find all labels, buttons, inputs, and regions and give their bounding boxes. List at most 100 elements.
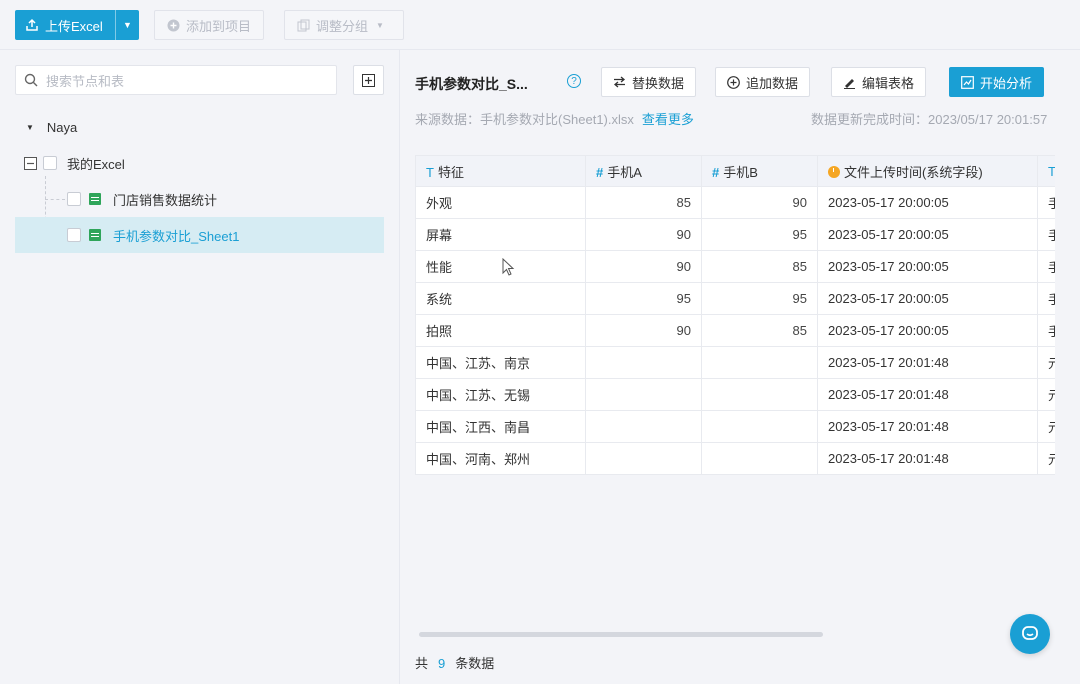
table-cell[interactable]: 性能 <box>415 250 586 283</box>
table-cell[interactable]: 90 <box>585 314 702 347</box>
table-cell[interactable]: 中国、河南、郑州 <box>415 442 586 475</box>
add-node-button[interactable] <box>353 65 384 95</box>
table-cell[interactable]: 屏幕 <box>415 218 586 251</box>
table-cell[interactable]: 手 <box>1037 250 1055 283</box>
table-row[interactable]: 系统 95 95 2023-05-17 20:00:05 手 <box>415 282 1055 315</box>
table-cell[interactable] <box>585 442 702 475</box>
view-more-link[interactable]: 查看更多 <box>642 112 694 127</box>
table-cell[interactable]: 手 <box>1037 282 1055 315</box>
row-count: 共 9 条数据 <box>415 653 494 672</box>
column-header[interactable]: T 特征 <box>415 155 586 187</box>
table-row[interactable]: 中国、江苏、南京 2023-05-17 20:01:48 元 <box>415 346 1055 379</box>
replace-data-button[interactable]: 替换数据 <box>601 67 697 97</box>
table-cell[interactable]: 2023-05-17 20:00:05 <box>817 218 1038 251</box>
table-cell[interactable] <box>701 442 818 475</box>
search-placeholder: 搜索节点和表 <box>46 73 125 89</box>
table-cell[interactable] <box>701 346 818 379</box>
table-cell[interactable] <box>585 410 702 443</box>
column-label: 文件上传时间(系统字段) <box>844 164 983 180</box>
column-header[interactable]: T <box>1037 155 1055 187</box>
edit-table-button[interactable]: 编辑表格 <box>831 67 927 97</box>
table-cell[interactable]: 2023-05-17 20:00:05 <box>817 250 1038 283</box>
table-cell[interactable]: 拍照 <box>415 314 586 347</box>
start-analysis-button[interactable]: 开始分析 <box>949 67 1045 97</box>
table-cell[interactable]: 系统 <box>415 282 586 315</box>
column-label: 手机B <box>723 164 758 180</box>
table-cell[interactable]: 元 <box>1037 378 1055 411</box>
table-cell[interactable]: 90 <box>585 218 702 251</box>
upload-excel-main[interactable]: 上传Excel <box>15 10 115 40</box>
tree-item[interactable]: 门店销售数据统计 <box>15 181 384 217</box>
group-checkbox[interactable] <box>43 156 57 170</box>
table-row[interactable]: 外观 85 90 2023-05-17 20:00:05 手 <box>415 186 1055 219</box>
upload-excel-button[interactable]: 上传Excel ▼ <box>15 10 139 40</box>
table-cell[interactable]: 95 <box>701 282 818 315</box>
table-cell[interactable] <box>585 346 702 379</box>
column-header[interactable]: # 手机B <box>701 155 818 187</box>
column-header[interactable]: # 手机A <box>585 155 702 187</box>
adjust-group-button[interactable]: 调整分组 ▼ <box>284 10 404 40</box>
tree-item-selected[interactable]: 手机参数对比_Sheet1 <box>15 217 384 253</box>
upload-excel-label: 上传Excel <box>45 18 103 34</box>
main-panel: 手机参数对比_S... ? 替换数据 追加数据 编辑表格 开始分析 来源数据：手… <box>401 50 1080 684</box>
table-cell[interactable] <box>701 410 818 443</box>
table-cell[interactable]: 2023-05-17 20:01:48 <box>817 378 1038 411</box>
table-cell[interactable]: 元 <box>1037 410 1055 443</box>
table-cell[interactable]: 中国、江苏、无锡 <box>415 378 586 411</box>
table-cell[interactable]: 2023-05-17 20:00:05 <box>817 186 1038 219</box>
help-icon[interactable]: ? <box>567 74 581 88</box>
update-label: 数据更新完成时间： <box>811 112 929 127</box>
source-info: 来源数据：手机参数对比(Sheet1).xlsx 查看更多 <box>415 109 694 128</box>
source-label: 来源数据： <box>415 112 481 127</box>
collapse-icon[interactable] <box>24 156 37 170</box>
table-cell[interactable]: 2023-05-17 20:01:48 <box>817 346 1038 379</box>
source-file: 手机参数对比(Sheet1).xlsx <box>480 112 634 127</box>
table-row[interactable]: 屏幕 90 95 2023-05-17 20:00:05 手 <box>415 218 1055 251</box>
item-checkbox[interactable] <box>67 228 81 242</box>
column-header[interactable]: 文件上传时间(系统字段) <box>817 155 1038 187</box>
row-count-suffix: 条数据 <box>455 656 495 671</box>
table-cell[interactable]: 元 <box>1037 346 1055 379</box>
tree-root[interactable]: ▼ Naya <box>15 109 384 145</box>
table-row[interactable]: 拍照 90 85 2023-05-17 20:00:05 手 <box>415 314 1055 347</box>
chart-icon <box>961 75 974 89</box>
table-cell[interactable]: 90 <box>585 250 702 283</box>
table-cell[interactable]: 2023-05-17 20:00:05 <box>817 314 1038 347</box>
table-cell[interactable]: 95 <box>585 282 702 315</box>
tree-group[interactable]: 我的Excel <box>15 145 384 181</box>
table-cell[interactable]: 外观 <box>415 186 586 219</box>
append-data-label: 追加数据 <box>746 75 799 91</box>
sidebar: 搜索节点和表 ▼ Naya 我的Excel 门店销售数据统计 手机参数对比_Sh… <box>0 50 400 684</box>
table-cell[interactable]: 95 <box>701 218 818 251</box>
upload-dropdown-button[interactable]: ▼ <box>116 10 139 40</box>
table-cell[interactable]: 手 <box>1037 314 1055 347</box>
number-type-icon: # <box>712 164 720 180</box>
table-row[interactable]: 中国、江西、南昌 2023-05-17 20:01:48 元 <box>415 410 1055 443</box>
chat-button[interactable] <box>1010 614 1050 654</box>
search-input[interactable]: 搜索节点和表 <box>15 65 337 95</box>
add-to-project-button[interactable]: 添加到项目 <box>154 10 265 40</box>
data-table-container[interactable]: T特征 #手机A #手机B 文件上传时间(系统字段) T 外观 85 90 20… <box>415 155 1055 475</box>
table-cell[interactable] <box>701 378 818 411</box>
table-row[interactable]: 中国、河南、郑州 2023-05-17 20:01:48 元 <box>415 442 1055 475</box>
item-checkbox[interactable] <box>67 192 81 206</box>
edit-icon <box>843 76 856 89</box>
table-header-row: T特征 #手机A #手机B 文件上传时间(系统字段) T <box>415 155 1055 187</box>
table-cell[interactable]: 中国、江苏、南京 <box>415 346 586 379</box>
table-cell[interactable]: 85 <box>701 250 818 283</box>
table-cell[interactable]: 85 <box>585 186 702 219</box>
table-cell[interactable]: 90 <box>701 186 818 219</box>
table-cell[interactable]: 中国、江西、南昌 <box>415 410 586 443</box>
table-row[interactable]: 中国、江苏、无锡 2023-05-17 20:01:48 元 <box>415 378 1055 411</box>
table-cell[interactable]: 手 <box>1037 218 1055 251</box>
horizontal-scrollbar[interactable] <box>419 632 823 637</box>
table-cell[interactable] <box>585 378 702 411</box>
table-cell[interactable]: 元 <box>1037 442 1055 475</box>
table-cell[interactable]: 2023-05-17 20:01:48 <box>817 410 1038 443</box>
table-cell[interactable]: 85 <box>701 314 818 347</box>
upload-icon <box>26 18 38 31</box>
table-cell[interactable]: 2023-05-17 20:00:05 <box>817 282 1038 315</box>
table-cell[interactable]: 2023-05-17 20:01:48 <box>817 442 1038 475</box>
append-data-button[interactable]: 追加数据 <box>715 67 811 97</box>
table-cell[interactable]: 手 <box>1037 186 1055 219</box>
